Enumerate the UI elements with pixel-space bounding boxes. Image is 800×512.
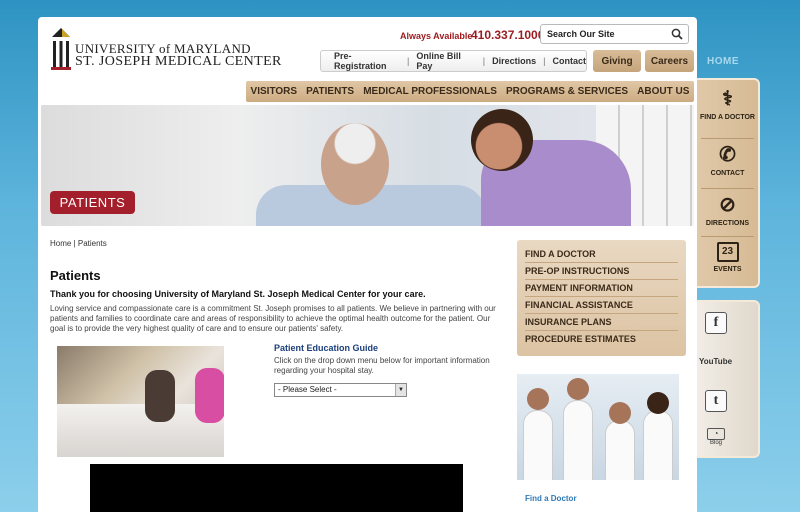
quick-links-panel: FIND A DOCTOR PRE-OP INSTRUCTIONS PAYMEN… bbox=[517, 240, 686, 356]
search-input[interactable]: Search Our Site bbox=[540, 24, 689, 44]
separator: | bbox=[407, 56, 410, 66]
side-directions[interactable]: ⊘ DIRECTIONS bbox=[697, 194, 758, 227]
divider bbox=[701, 138, 754, 139]
contact-link[interactable]: Contact bbox=[553, 56, 587, 66]
nav-visitors[interactable]: VISITORS bbox=[251, 86, 298, 97]
photo-nurse bbox=[195, 368, 224, 423]
home-link[interactable]: HOME bbox=[707, 56, 739, 67]
logo-line-2[interactable]: ST. JOSEPH MEDICAL CENTER bbox=[75, 54, 282, 70]
social-panel: f YouTube t ◔ Blog bbox=[697, 300, 760, 458]
photo-doctor-head bbox=[567, 378, 589, 400]
quick-link-find-a-doctor[interactable]: FIND A DOCTOR bbox=[525, 246, 678, 263]
education-guide-text: Click on the drop down menu below for im… bbox=[274, 356, 490, 375]
hero-banner: PATIENTS bbox=[41, 105, 694, 226]
photo-doctor bbox=[605, 420, 635, 480]
separator: | bbox=[482, 56, 486, 66]
utility-links-bar: Pre-Registration | Online Bill Pay | Dir… bbox=[320, 50, 587, 72]
side-find-a-doctor[interactable]: ⚕ FIND A DOCTOR bbox=[697, 88, 758, 121]
photo-doctor-head bbox=[647, 392, 669, 414]
quick-link-insurance[interactable]: INSURANCE PLANS bbox=[525, 314, 678, 331]
video-player[interactable] bbox=[90, 464, 463, 512]
side-find-a-doctor-label: FIND A DOCTOR bbox=[700, 114, 755, 121]
main-nav: VISITORS PATIENTS MEDICAL PROFESSIONALS … bbox=[246, 81, 694, 102]
online-bill-pay-link[interactable]: Online Bill Pay bbox=[416, 51, 475, 71]
quick-link-financial-assistance[interactable]: FINANCIAL ASSISTANCE bbox=[525, 297, 678, 314]
side-events[interactable]: 23 EVENTS bbox=[697, 242, 758, 273]
photo-doctor bbox=[523, 410, 553, 480]
divider bbox=[701, 236, 754, 237]
university-logo-icon[interactable] bbox=[50, 25, 72, 73]
careers-button[interactable]: Careers bbox=[645, 50, 694, 72]
twitter-icon[interactable]: t bbox=[705, 390, 727, 412]
youtube-icon[interactable]: YouTube bbox=[699, 355, 733, 369]
nav-medical-professionals[interactable]: MEDICAL PROFESSIONALS bbox=[363, 86, 497, 97]
youtube-label: YouTube bbox=[699, 357, 733, 366]
quick-link-pre-op[interactable]: PRE-OP INSTRUCTIONS bbox=[525, 263, 678, 280]
stethoscope-icon: ⚕ bbox=[722, 88, 733, 110]
photo-patient bbox=[145, 370, 175, 422]
side-contact-label: CONTACT bbox=[710, 170, 745, 177]
giving-button[interactable]: Giving bbox=[593, 50, 641, 72]
directions-link[interactable]: Directions bbox=[492, 56, 536, 66]
blog-label: Blog bbox=[709, 440, 722, 446]
doctors-photo[interactable] bbox=[517, 374, 679, 480]
hero-label: PATIENTS bbox=[50, 191, 135, 214]
nav-about-us[interactable]: ABOUT US bbox=[637, 86, 689, 97]
phone-icon: ✆ bbox=[719, 144, 736, 166]
photo-doctor-head bbox=[527, 388, 549, 410]
education-guide-title: Patient Education Guide bbox=[274, 343, 379, 353]
photo-doctor bbox=[643, 410, 673, 480]
blog-icon[interactable]: ◔ Blog bbox=[705, 428, 727, 446]
pre-registration-link[interactable]: Pre-Registration bbox=[334, 51, 400, 71]
side-directions-label: DIRECTIONS bbox=[705, 220, 750, 227]
side-events-label: EVENTS bbox=[713, 266, 742, 273]
select-value: - Please Select - bbox=[278, 385, 337, 394]
side-contact[interactable]: ✆ CONTACT bbox=[697, 144, 758, 177]
facebook-icon[interactable]: f bbox=[705, 312, 727, 334]
always-available-label: Always Available bbox=[400, 31, 473, 41]
patient-room-photo bbox=[57, 346, 224, 457]
find-a-doctor-caption[interactable]: Find a Doctor bbox=[525, 494, 577, 503]
chevron-down-icon[interactable]: ▼ bbox=[395, 384, 406, 396]
education-guide-select[interactable]: - Please Select - ▼ bbox=[274, 383, 407, 397]
intro-paragraph: Loving service and compassionate care is… bbox=[50, 304, 496, 333]
hero-nurse bbox=[471, 109, 533, 171]
calendar-icon: 23 bbox=[716, 242, 739, 262]
separator: | bbox=[543, 56, 546, 66]
photo-doctor bbox=[563, 400, 593, 480]
photo-doctor-head bbox=[609, 402, 631, 424]
search-placeholder: Search Our Site bbox=[547, 29, 615, 39]
compass-icon: ⊘ bbox=[719, 194, 736, 216]
intro-heading: Thank you for choosing University of Mar… bbox=[50, 289, 426, 299]
hero-patient bbox=[321, 123, 389, 205]
nav-programs-services[interactable]: PROGRAMS & SERVICES bbox=[506, 86, 628, 97]
nav-patients[interactable]: PATIENTS bbox=[306, 86, 354, 97]
page-container: UNIVERSITY of MARYLAND ST. JOSEPH MEDICA… bbox=[38, 17, 697, 512]
phone-number: 410.337.1000 bbox=[471, 28, 545, 42]
rss-icon: ◔ bbox=[707, 428, 725, 440]
breadcrumb[interactable]: Home | Patients bbox=[50, 239, 107, 248]
search-icon[interactable] bbox=[671, 28, 683, 40]
quick-link-estimates[interactable]: PROCEDURE ESTIMATES bbox=[525, 331, 678, 348]
page-title: Patients bbox=[50, 268, 101, 283]
quick-link-payment[interactable]: PAYMENT INFORMATION bbox=[525, 280, 678, 297]
divider bbox=[701, 188, 754, 189]
side-tools-panel: ⚕ FIND A DOCTOR ✆ CONTACT ⊘ DIRECTIONS 2… bbox=[697, 78, 760, 288]
